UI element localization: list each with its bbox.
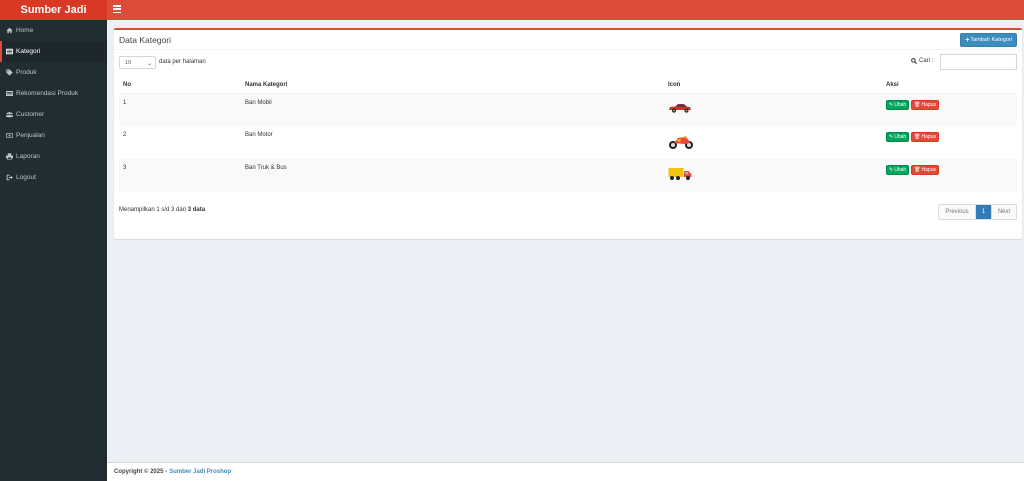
column-header-nama[interactable]: Nama Kategori — [241, 77, 664, 94]
sidebar-item-label: Home — [16, 27, 34, 34]
delete-label: Hapus — [921, 134, 936, 140]
sidebar-toggle-icon[interactable] — [113, 5, 121, 13]
card-icon — [5, 90, 13, 97]
row-name: Ban Truk & Bus — [245, 165, 287, 171]
signout-icon — [5, 174, 13, 181]
truck-icon — [668, 168, 692, 180]
trash-icon: 🗑 — [914, 167, 921, 173]
chevron-down-icon: ⌄ — [146, 61, 152, 67]
edit-label: Ubah — [894, 167, 907, 173]
pagination: Previous 1 Next — [938, 204, 1017, 220]
delete-button[interactable]: 🗑 Hapus — [911, 165, 939, 175]
delete-button[interactable]: 🗑 Hapus — [911, 132, 939, 142]
edit-label: Ubah — [894, 101, 907, 108]
pencil-icon: ✎ — [889, 167, 894, 173]
delete-label: Hapus — [921, 101, 936, 108]
page-title: Data Kategori — [119, 35, 171, 45]
search-icon — [911, 58, 917, 64]
sidebar-item-label: Produk — [16, 69, 37, 76]
table-row: 2 Ban Motor ✎ Ubah 🗑 Hapus — [119, 126, 1017, 159]
column-header-aksi[interactable]: Aksi — [882, 77, 1017, 94]
footer-copyright: Copyright © 2025 - — [114, 469, 168, 475]
delete-button[interactable]: 🗑 Hapus — [911, 99, 939, 110]
pencil-icon: ✎ — [889, 134, 894, 140]
edit-label: Ubah — [894, 134, 907, 140]
money-icon — [5, 132, 13, 139]
sidebar-item-penjualan[interactable]: Penjualan — [0, 125, 107, 146]
sidebar-item-label: Customer — [16, 111, 45, 118]
sidebar-item-home[interactable]: Home — [0, 20, 107, 41]
row-no: 2 — [123, 132, 127, 138]
edit-button[interactable]: ✎ Ubah — [886, 132, 910, 142]
table-header-row: No Nama Kategori Icon Aksi — [119, 77, 1017, 94]
row-name: Ban Motor — [245, 132, 273, 138]
divider — [114, 49, 1022, 50]
kategori-box: Data Kategori + Tambah Kategori 10 ⌄ dat… — [114, 28, 1022, 239]
home-icon — [5, 27, 13, 34]
footer: Copyright © 2025 - Sumber Jadi Proshop — [107, 462, 1024, 481]
column-header-no[interactable]: No — [119, 77, 241, 94]
top-navbar — [107, 0, 1024, 20]
row-actions: ✎ Ubah 🗑 Hapus — [886, 165, 1017, 175]
pagination-previous[interactable]: Previous — [939, 205, 975, 219]
edit-button[interactable]: ✎ Ubah — [886, 165, 910, 175]
row-name: Ban Mobil — [245, 99, 272, 106]
page-length-value: 10 — [125, 59, 132, 66]
pencil-icon: ✎ — [889, 101, 894, 108]
sidebar-item-label: Kategori — [16, 48, 41, 55]
kategori-table: No Nama Kategori Icon Aksi 1 Ban Mobil ✎… — [119, 77, 1017, 192]
sidebar-item-label: Logout — [16, 174, 36, 181]
row-no: 1 — [123, 99, 127, 106]
table-row: 3 Ban Truk & Bus ✎ Ubah 🗑 Hapus — [119, 159, 1017, 192]
add-kategori-button[interactable]: + Tambah Kategori — [960, 33, 1017, 47]
tag-icon — [5, 69, 13, 76]
footer-link[interactable]: Sumber Jadi Proshop — [169, 469, 231, 475]
edit-button[interactable]: ✎ Ubah — [886, 99, 910, 110]
pagination-page-1[interactable]: 1 — [975, 205, 991, 219]
sidebar-item-label: Rekomendasi Produk — [16, 90, 79, 97]
delete-label: Hapus — [921, 167, 936, 173]
sidebar-item-label: Penjualan — [16, 132, 45, 139]
page-length-label: data per halaman — [159, 59, 206, 65]
sidebar-item-label: Laporan — [16, 153, 40, 160]
search-input[interactable] — [940, 54, 1017, 70]
table-row: 1 Ban Mobil ✎ Ubah 🗑 Hapus — [119, 93, 1017, 126]
table-info: Menampilkan 1 s/d 3 dari 3 data — [119, 207, 205, 213]
row-actions: ✎ Ubah 🗑 Hapus — [886, 132, 1017, 142]
sidebar-item-logout[interactable]: Logout — [0, 167, 107, 188]
car-icon — [669, 103, 691, 113]
sidebar: Home Kategori Produk Rekomendasi Produk … — [0, 20, 107, 481]
trash-icon: 🗑 — [914, 101, 921, 108]
content-area: Data Kategori + Tambah Kategori 10 ⌄ dat… — [107, 20, 1024, 462]
users-icon — [5, 111, 13, 118]
trash-icon: 🗑 — [914, 134, 921, 140]
print-icon — [5, 153, 13, 160]
column-header-icon[interactable]: Icon — [664, 77, 882, 94]
motorcycle-icon — [669, 136, 693, 149]
add-kategori-label: Tambah Kategori — [970, 37, 1012, 43]
search-label-group: Cari : — [911, 58, 933, 64]
row-actions: ✎ Ubah 🗑 Hapus — [886, 99, 1017, 110]
sidebar-item-laporan[interactable]: Laporan — [0, 146, 107, 167]
plus-icon: + — [965, 36, 970, 44]
row-no: 3 — [123, 165, 127, 171]
sidebar-item-produk[interactable]: Produk — [0, 62, 107, 83]
table-info-total: 3 data — [187, 207, 206, 213]
sidebar-item-kategori[interactable]: Kategori — [0, 41, 107, 62]
sidebar-item-customer[interactable]: Customer — [0, 104, 107, 125]
page-length-select[interactable]: 10 ⌄ — [119, 56, 156, 69]
sidebar-item-rekomendasi-produk[interactable]: Rekomendasi Produk — [0, 83, 107, 104]
list-icon — [5, 48, 13, 55]
pagination-next[interactable]: Next — [991, 205, 1016, 219]
brand-logo[interactable]: Sumber Jadi — [0, 0, 107, 20]
search-label: Cari : — [919, 58, 934, 64]
table-info-prefix: Menampilkan 1 s/d 3 dari — [119, 207, 187, 213]
